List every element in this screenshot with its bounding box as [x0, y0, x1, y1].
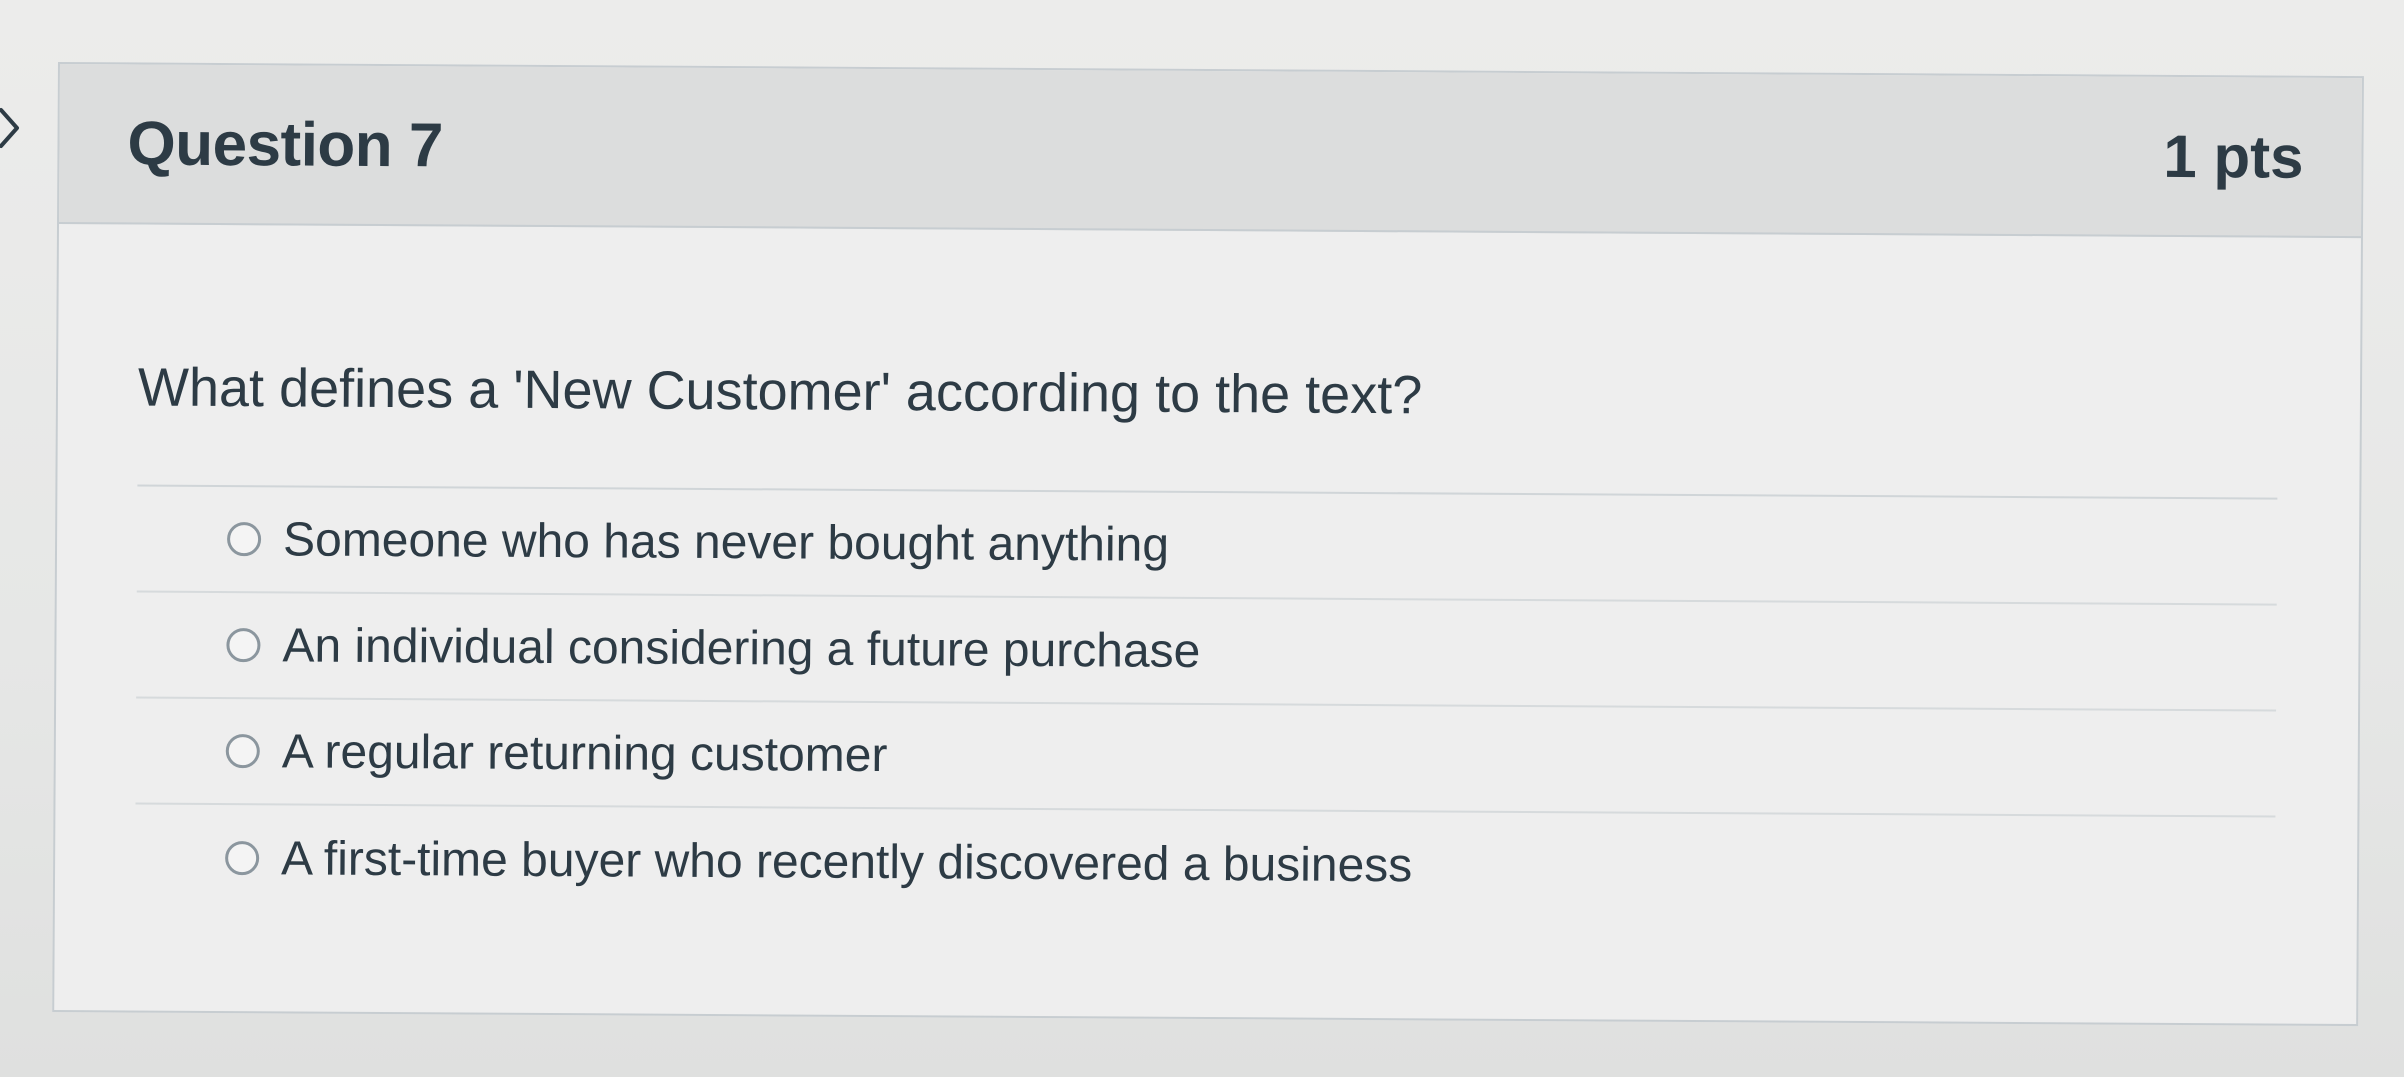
question-text: What defines a 'New Customer' according …: [137, 357, 1423, 426]
collapse-toggle-button[interactable]: [0, 98, 26, 158]
radio-button-icon[interactable]: [225, 734, 260, 769]
answer-option-3[interactable]: A regular returning customer: [135, 698, 2277, 818]
question-header: Question 7 1 pts: [59, 64, 2362, 239]
question-body: What defines a 'New Customer' according …: [55, 352, 2360, 924]
radio-button-icon[interactable]: [226, 628, 261, 663]
answer-list: Someone who has never bought anything An…: [134, 484, 2278, 924]
answer-option-2[interactable]: An individual considering a future purch…: [136, 592, 2277, 712]
question-points: 1 pts: [2163, 122, 2304, 191]
chevron-right-icon: [0, 108, 19, 148]
answer-label: Someone who has never bought anything: [282, 512, 1170, 572]
answer-option-4[interactable]: A first-time buyer who recently discover…: [135, 804, 2276, 923]
radio-button-icon[interactable]: [225, 841, 260, 876]
answer-label: An individual considering a future purch…: [282, 618, 1201, 678]
quiz-page: Question 7 1 pts What defines a 'New Cus…: [0, 0, 2404, 1077]
question-title: Question 7: [127, 108, 444, 180]
answer-label: A first-time buyer who recently discover…: [280, 831, 1413, 892]
answer-option-1[interactable]: Someone who has never bought anything: [136, 486, 2278, 606]
radio-button-icon[interactable]: [226, 522, 262, 557]
question-card: Question 7 1 pts What defines a 'New Cus…: [52, 62, 2364, 1027]
answer-label: A regular returning customer: [281, 724, 888, 782]
